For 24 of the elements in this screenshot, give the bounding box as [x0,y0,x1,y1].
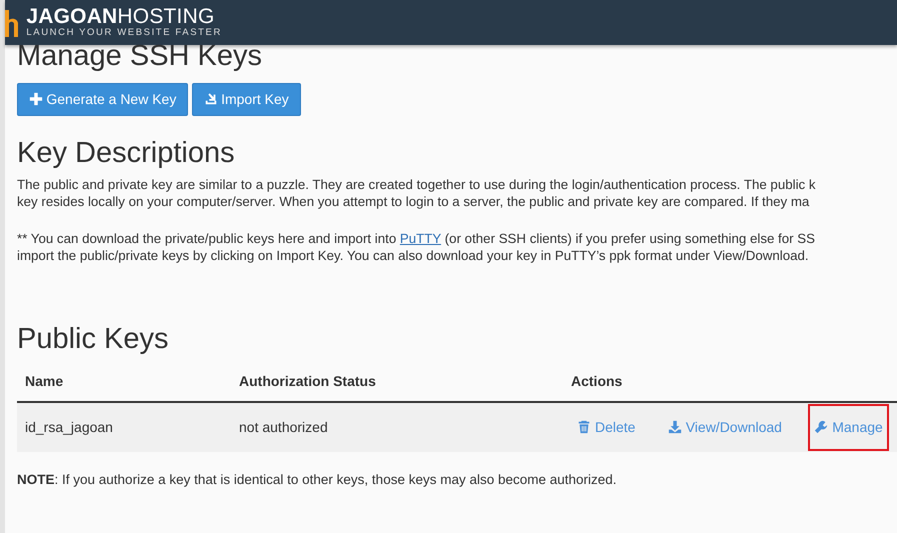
generate-key-button[interactable]: Generate a New Key [17,82,188,116]
putty-link[interactable]: PuTTY [400,230,442,246]
description-text: ** You can download the private/public keys here and import into PuTTY (or other SSH clients) if you prefer using something else for SS [17,230,816,247]
trash-icon [577,420,591,434]
logo-icon [5,8,19,38]
wrench-icon [814,420,828,434]
description-text: The public and private key are similar to a puzzle. They are created together to use during the login/authentication process. The public k [17,176,817,193]
section-heading: Public Keys [17,322,170,357]
section-heading: Key Descriptions [17,136,236,171]
import-key-button[interactable]: Import Key [192,82,301,116]
download-icon [668,420,682,434]
description-text: key resides locally on your computer/server. When you attempt to login to a server, the public and private key are compared. If they ma [17,192,810,210]
description-text: import the public/private keys by clicking on Import Key. You can also download your key in PuTTY’s ppk format under View/Download. [17,246,810,264]
plus-icon [29,92,43,106]
download-link[interactable]: View/Download [662,412,788,443]
table-cell: not authorized [231,402,563,452]
brand-tagline: LAUNCH YOUR WEBSITE FASTER [26,27,222,39]
table-cell: id_rsa_jagoan [17,402,231,452]
page-title: Manage SSH Keys [17,41,264,73]
import-icon [204,92,218,106]
manage-link[interactable]: Manage [808,404,889,451]
delete-link[interactable]: Delete [571,412,642,443]
note-text: NOTE: If you authorize a key that is identical to other keys, those keys may also become authorized. [17,470,618,489]
brand-name: JAGOANHOSTING [26,6,214,28]
